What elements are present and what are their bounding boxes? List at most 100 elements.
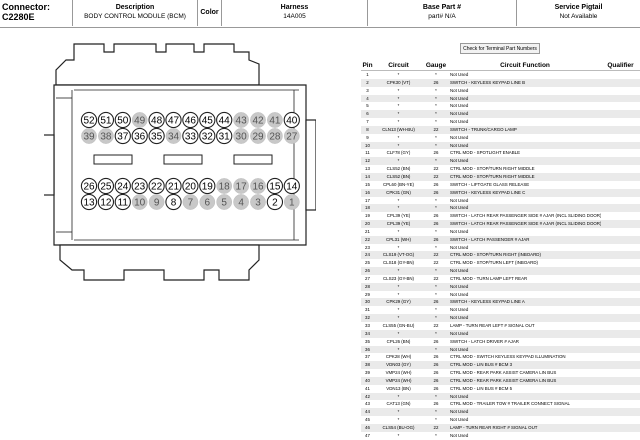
qualifier-cell — [601, 197, 640, 205]
circuit-function-cell: CTRL MOD - STOP/TURN RIGHT (INBOARD) — [449, 251, 601, 260]
connector-pin-24: 24 — [114, 177, 131, 195]
gauge-cell: 22 — [433, 275, 439, 281]
qualifier-cell — [601, 400, 640, 408]
qualifier-cell — [601, 416, 640, 424]
circuit-function-cell: SWITCH - TRUNK/CARGO LAMP — [449, 125, 601, 134]
pin-number-label: 40 — [286, 116, 298, 127]
table-row: 27 CLS23 (GY-BN) 22 CTRL MOD - TURN LAMP LE… — [361, 275, 640, 283]
pin-number-label: 18 — [219, 182, 231, 193]
pin-number-cell: 15 — [365, 181, 370, 187]
connector-pin-28: 28 — [267, 128, 283, 144]
pin-number-cell: 1 — [366, 72, 369, 77]
pin-number-cell: 8 — [361, 125, 374, 134]
pin-number-cell: 28 — [361, 282, 374, 291]
circuit-cell: * — [374, 94, 423, 103]
pin-number-cell: 23 — [365, 244, 370, 250]
gauge-cell: * — [423, 408, 449, 417]
qualifier-cell — [601, 432, 640, 440]
connector-pin-16: 16 — [250, 178, 266, 194]
pin-number-label: 25 — [100, 182, 112, 193]
circuit-cell: * — [397, 228, 400, 234]
table-row: 41 VDN13 (BN) 26 CTRL MOD - LIN BUS # BCM 5 — [361, 385, 640, 393]
connector-pin-26: 26 — [80, 177, 98, 195]
table-row: 33 CLS55 (GN-BU) 22 LAMP - TURN REAR LEFT #… — [361, 322, 640, 330]
pin-number-label: 15 — [269, 182, 281, 193]
pigtail-cell: Service Pigtail Not Available — [517, 0, 640, 26]
circuit-cell: * — [397, 244, 400, 250]
gauge-cell: 26 — [423, 188, 449, 197]
qualifier-cell — [601, 282, 640, 291]
connector-pin-8: 8 — [165, 193, 182, 211]
circuit-cell: * — [374, 204, 423, 213]
pin-number-label: 27 — [286, 132, 298, 143]
connector-pin-21: 21 — [165, 177, 182, 195]
pin-number-cell: 33 — [365, 323, 370, 328]
circuit-cell: * — [374, 267, 423, 275]
gauge-cell: 26 — [423, 361, 449, 370]
circuit-function-cell: Not Used — [449, 94, 601, 103]
connector-pin-49: 49 — [131, 112, 148, 128]
connector-pin-44: 44 — [216, 111, 233, 129]
pin-number-cell: 14 — [361, 172, 374, 181]
connector-pin-30: 30 — [233, 128, 249, 144]
pin-number-cell: 12 — [361, 157, 374, 166]
table-row: 28 * * Not Used — [361, 282, 640, 291]
qualifier-cell — [601, 267, 640, 275]
connector-label: Connector: — [2, 2, 50, 12]
pinout-header-row: Pin Circuit Gauge Circuit Function Quali… — [361, 61, 640, 71]
gauge-cell: * — [435, 197, 437, 203]
qualifier-cell — [601, 314, 640, 322]
circuit-cell: * — [374, 157, 423, 166]
qualifier-cell — [601, 204, 640, 213]
circuit-function-cell: Not Used — [449, 141, 601, 150]
connector-pin-6: 6 — [199, 194, 216, 210]
pigtail-label: Service Pigtail — [554, 4, 603, 11]
qualifier-cell — [601, 392, 640, 401]
circuit-function-cell: CTRL MOD - STOP/TURN RIGHT MIDDLE — [449, 172, 601, 181]
connector-pin-38: 38 — [98, 128, 114, 144]
function-column-header: Circuit Function — [449, 61, 601, 71]
circuit-cell: * — [397, 103, 400, 109]
pin-number-label: 20 — [185, 182, 197, 193]
pin-number-cell: 16 — [361, 188, 374, 197]
pin-number-label: 36 — [134, 132, 146, 143]
circuit-cell: CLS23 (GY-BN) — [382, 275, 415, 281]
connector-pin-18: 18 — [216, 178, 233, 194]
circuit-cell: * — [374, 329, 423, 338]
qualifier-cell — [601, 212, 640, 220]
pin-number-cell: 26 — [361, 267, 374, 275]
circuit-cell: CLS18 (GY-BN) — [382, 260, 415, 266]
pin-number-cell: 3 — [366, 87, 369, 93]
gauge-cell: * — [435, 291, 437, 297]
circuit-cell: VDN03 (GY) — [374, 361, 423, 370]
gauge-cell: 26 — [423, 235, 449, 244]
pin-number-label: 39 — [83, 132, 95, 143]
pin-number-label: 31 — [219, 132, 231, 143]
pinout-table: Pin Circuit Gauge Circuit Function Quali… — [361, 61, 640, 440]
qualifier-cell — [601, 172, 640, 181]
pin-number-cell: 47 — [365, 432, 370, 438]
qualifier-cell — [601, 408, 640, 417]
description-label: Description — [115, 4, 155, 11]
terminal-part-numbers-button[interactable]: Check for Terminal Part Numbers — [460, 43, 540, 54]
table-row: 23 * * Not Used — [361, 244, 640, 252]
circuit-cell: * — [397, 197, 400, 203]
pin-number-label: 35 — [151, 132, 163, 143]
gauge-cell: 26 — [433, 370, 439, 376]
connector-pin-31: 31 — [216, 127, 233, 145]
qualifier-cell — [601, 149, 640, 157]
pin-number-label: 24 — [117, 182, 129, 193]
circuit-cell: * — [374, 110, 423, 119]
pin-number-cell: 41 — [365, 385, 370, 391]
qualifier-cell — [601, 322, 640, 330]
circuit-cell: * — [374, 282, 423, 291]
pin-number-label: 43 — [236, 116, 248, 127]
keying-slot — [163, 154, 203, 165]
circuit-function-cell: Not Used — [449, 345, 601, 354]
connector-pin-41: 41 — [267, 112, 283, 128]
table-row: 45 * * Not Used — [361, 416, 640, 424]
circuit-function-cell: SWITCH - LATCH PASSENGER # AJAR — [449, 235, 601, 244]
gauge-cell: * — [435, 432, 437, 438]
table-row: 47 * * Not Used — [361, 432, 640, 440]
qualifier-cell — [601, 110, 640, 119]
